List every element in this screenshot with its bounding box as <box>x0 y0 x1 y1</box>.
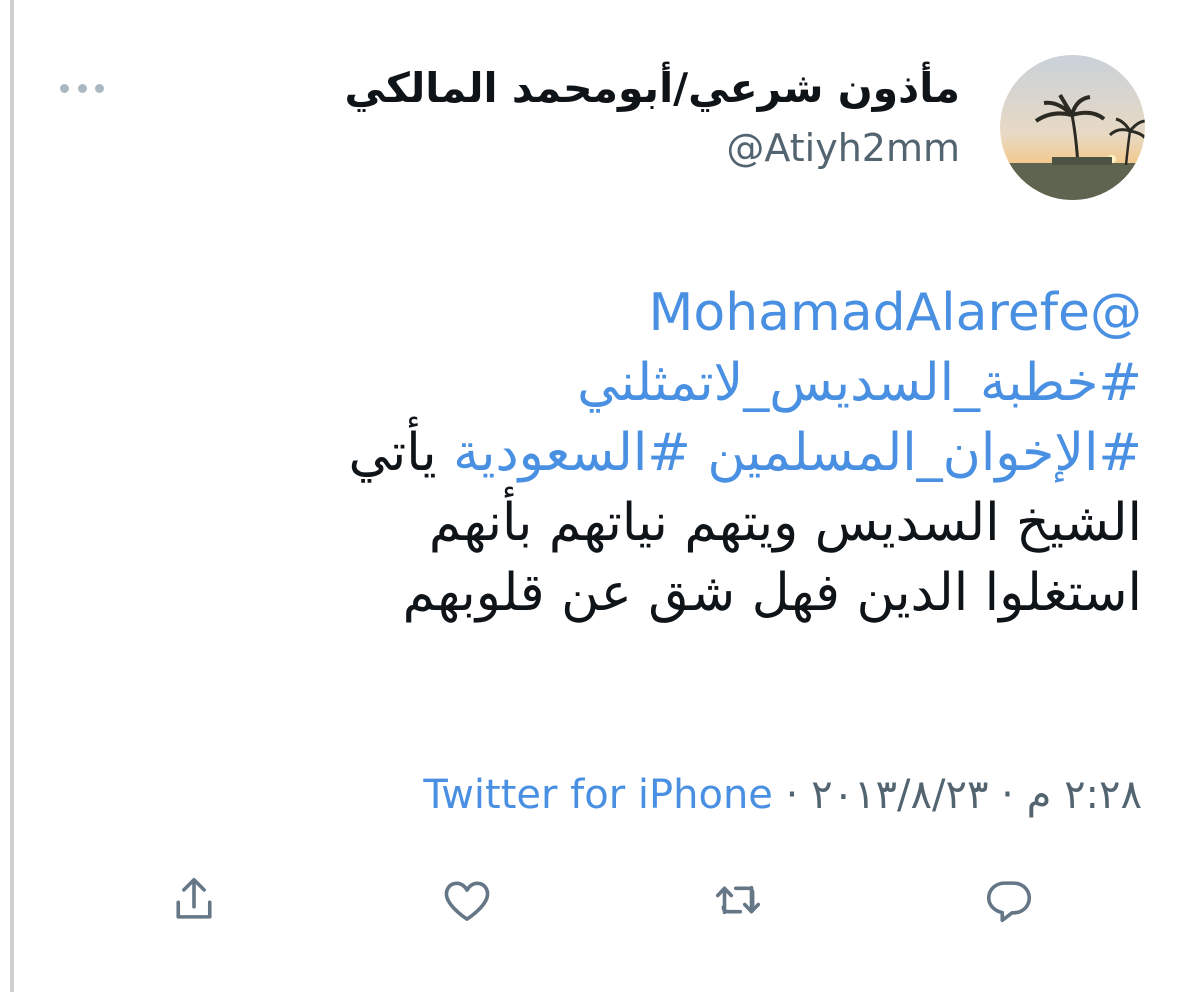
palm-sunset-image <box>1000 55 1145 200</box>
more-options-icon[interactable] <box>60 78 104 98</box>
retweet-icon <box>715 885 761 915</box>
tweet-time[interactable]: ٢:٢٨ م <box>1027 772 1142 818</box>
meta-separator: · <box>785 772 799 818</box>
display-name[interactable]: مأذون شرعي/أبومحمد المالكي <box>345 62 960 114</box>
dot <box>95 83 104 93</box>
tweet-metadata: Twitter for iPhone · ٢:٢٨ م · ٢٠١٣/٨/٢٣ <box>423 768 1142 822</box>
share-upload-icon <box>176 877 212 919</box>
action-bar <box>0 870 1200 930</box>
mention-link[interactable]: @MohamadAlarefe <box>649 283 1142 343</box>
hashtag-link[interactable]: #السعودية <box>453 423 691 483</box>
thread-rule <box>10 0 14 992</box>
reply-bubble-icon <box>986 881 1032 923</box>
tweet-text-line: استغلوا الدين فهل شق عن قلوبهم <box>402 563 1142 623</box>
tweet-screenshot: مأذون شرعي/أبومحمد المالكي @Atiyh2mm @Mo… <box>0 0 1200 992</box>
dot <box>77 83 87 93</box>
source-link[interactable]: Twitter for iPhone <box>423 772 773 818</box>
like-button[interactable] <box>437 870 497 930</box>
avatar[interactable] <box>1000 55 1145 200</box>
tweet-text-line: الشيخ السديس ويتهم نياتهم بأنهم <box>428 493 1142 553</box>
retweet-button[interactable] <box>708 870 768 930</box>
user-handle[interactable]: @Atiyh2mm <box>726 124 960 172</box>
reply-button[interactable] <box>979 870 1039 930</box>
meta-separator: · <box>1001 772 1014 818</box>
tweet-text-fragment: يأتي <box>348 423 437 483</box>
tweet-date[interactable]: ٢٠١٣/٨/٢٣ <box>811 772 988 818</box>
heart-icon <box>444 881 490 921</box>
share-button[interactable] <box>164 870 224 930</box>
dot <box>60 83 69 93</box>
hashtag-link[interactable]: #خطبة_السديس_لاتمثلني <box>577 353 1142 413</box>
hashtag-link[interactable]: #الإخوان_المسلمين <box>707 423 1142 483</box>
tweet-text: @MohamadAlarefe #خطبة_السديس_لاتمثلني #ا… <box>162 278 1142 628</box>
